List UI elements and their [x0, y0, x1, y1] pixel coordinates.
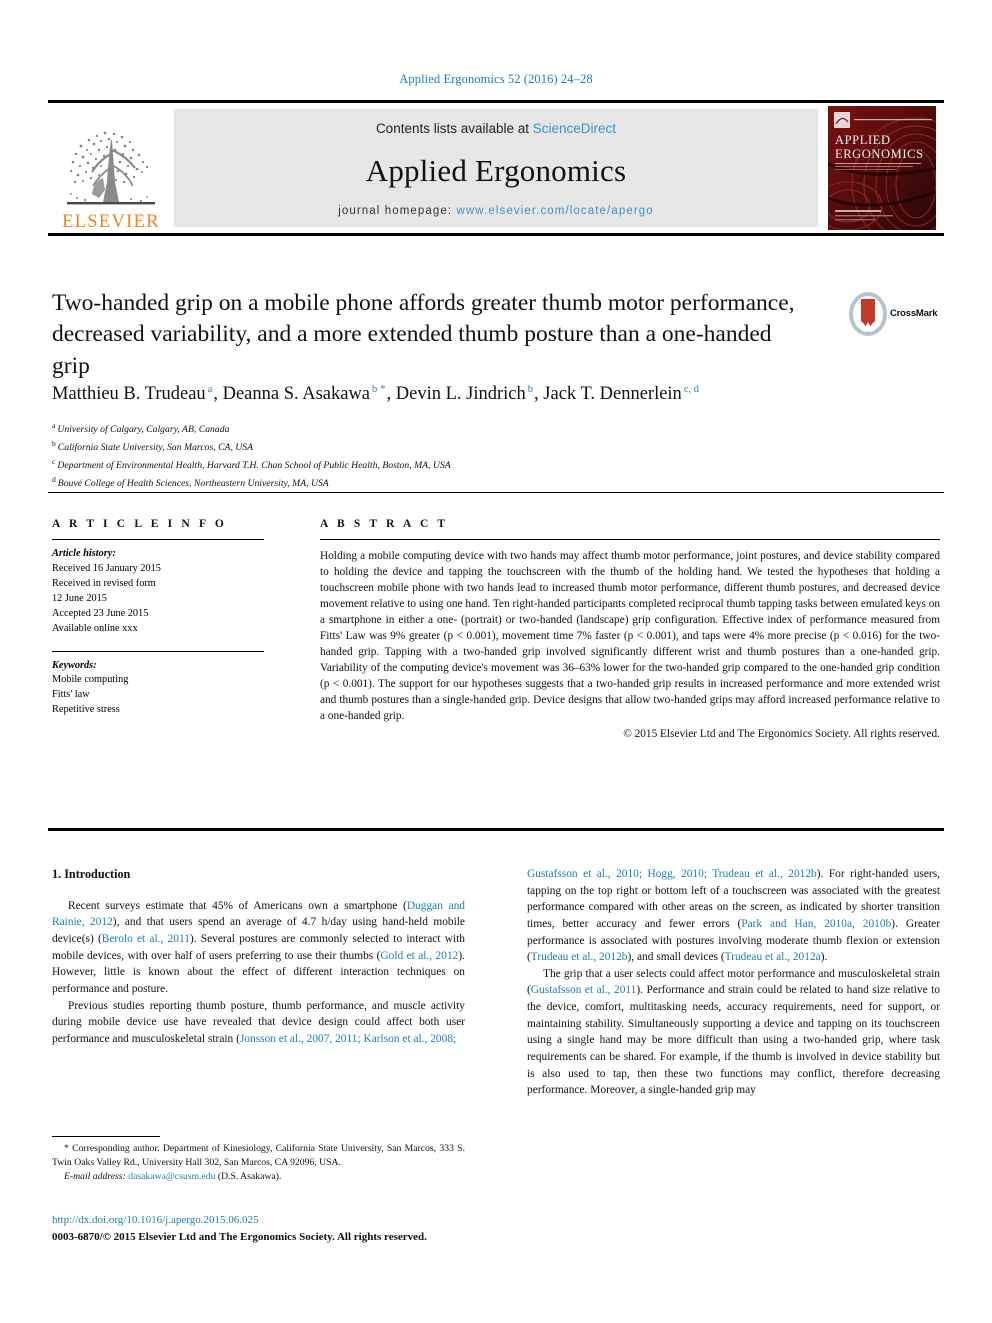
citation-link[interactable]: Berolo et al., 2011	[102, 933, 190, 945]
article-info-rule	[52, 539, 264, 540]
abstract-heading: A B S T R A C T	[320, 518, 449, 530]
svg-text:APPLIED: APPLIED	[835, 133, 891, 147]
citation-link[interactable]: Jonsson et al., 2007, 2011; Karlson et a…	[240, 1033, 456, 1045]
article-history-line: 12 June 2015	[52, 592, 107, 604]
citation-link[interactable]: Park and Han, 2010a, 2010b	[741, 918, 891, 930]
author-list: Matthieu B. Trudeau a, Deanna S. Asakawa b…	[52, 384, 699, 405]
abstract-rule	[320, 539, 940, 540]
footnote-rule	[52, 1136, 160, 1137]
article-history-line: Received in revised form	[52, 577, 156, 589]
crossmark-icon	[849, 292, 887, 336]
footnote-text: * Corresponding author. Department of Ki…	[52, 1143, 465, 1169]
keywords-rule	[52, 650, 264, 652]
citation-link[interactable]: Trudeau et al., 2012b	[531, 951, 628, 963]
keywords-label: Keywords:	[52, 659, 97, 671]
elsevier-logo: ELSEVIER	[48, 103, 174, 233]
email-owner: (D.S. Asakawa).	[217, 1171, 282, 1183]
citation-link[interactable]: Trudeau et al., 2012a	[725, 951, 821, 963]
author-1: Matthieu B. Trudeau a	[52, 384, 213, 405]
corresponding-author-mark: *	[380, 384, 386, 395]
elsevier-tree-icon	[67, 131, 155, 204]
paper-page: Applied Ergonomics 52 (2016) 24–28 ELSEV…	[0, 0, 992, 1323]
intro-paragraph-1: Recent surveys estimate that 45% of Amer…	[52, 899, 466, 996]
author-4: Jack T. Dennerlein c, d	[543, 384, 699, 405]
affiliation-list: a University of Calgary, Calgary, AB, Can…	[52, 420, 932, 492]
article-history-line: Available online xxx	[52, 622, 138, 634]
author-1-affil-mark: a	[207, 384, 213, 395]
crossmark-label: CrossMark	[890, 308, 938, 319]
citation-link[interactable]: Gustafsson et al., 2011	[531, 984, 637, 996]
citation-link[interactable]: Gold et al., 2012	[380, 950, 458, 962]
intro-paragraph-2: Previous studies reporting thumb posture…	[52, 999, 465, 1045]
affiliation-d: d Bouvé College of Health Sciences, North…	[52, 474, 329, 490]
info-band-top-rule	[48, 492, 944, 493]
affiliation-a: a University of Calgary, Calgary, AB, Can…	[52, 421, 230, 436]
author-3-affil-mark: b	[527, 384, 534, 395]
footer-block: http://dx.doi.org/10.1016/j.apergo.2015.…	[52, 1212, 552, 1245]
journal-homepage-line: journal homepage: www.elsevier.com/locat…	[338, 205, 654, 217]
email-link[interactable]: dasakawa@csusm.edu	[128, 1171, 215, 1182]
info-band-bottom-rule	[48, 828, 944, 831]
corresponding-author-footnote: * Corresponding author. Department of Ki…	[52, 1136, 465, 1184]
article-history-line: Accepted 23 June 2015	[52, 607, 149, 619]
journal-title: Applied Ergonomics	[365, 152, 627, 188]
article-history-line: Received 16 January 2015	[52, 562, 161, 574]
footnote-email-line: E-mail address: dasakawa@csusm.edu (D.S.…	[52, 1170, 465, 1184]
journal-masthead: ELSEVIER Contents lists available at Sci…	[48, 100, 944, 236]
homepage-prefix: journal homepage:	[338, 205, 457, 217]
article-info-block: A R T I C L E I N F O Article history: R…	[52, 518, 290, 718]
issn-copyright-line: 0003-6870/© 2015 Elsevier Ltd and The Er…	[52, 1230, 427, 1243]
abstract-copyright: © 2015 Elsevier Ltd and The Ergonomics S…	[623, 728, 940, 741]
crossmark-badge[interactable]: CrossMark	[848, 292, 944, 340]
journal-cover-thumbnail: APPLIED ERGONOMICS	[818, 103, 944, 233]
journal-homepage-link[interactable]: www.elsevier.com/locate/apergo	[456, 205, 653, 217]
body-column-left: 1. Introduction Recent surveys estimate …	[52, 866, 465, 1048]
author-3: Devin L. Jindrich b	[395, 384, 534, 405]
email-address-label: E-mail address:	[64, 1171, 126, 1183]
abstract-block: A B S T R A C T Holding a mobile computi…	[320, 518, 940, 740]
doi-link[interactable]: http://dx.doi.org/10.1016/j.apergo.2015.…	[52, 1212, 552, 1229]
author-4-affil-mark: c, d	[683, 384, 699, 395]
affiliation-b: b California State University, San Marcos…	[52, 438, 254, 454]
body-column-right: Gustafsson et al., 2010; Hogg, 2010; Tru…	[527, 866, 940, 1099]
intro-paragraph-4: The grip that a user selects could affec…	[527, 967, 940, 1097]
svg-text:ERGONOMICS: ERGONOMICS	[835, 147, 924, 161]
contents-list-line: Contents lists available at ScienceDirec…	[376, 121, 616, 136]
running-head: Applied Ergonomics 52 (2016) 24–28	[399, 72, 593, 86]
masthead-center: Contents lists available at ScienceDirec…	[174, 109, 818, 227]
keyword-item: Repetitive stress	[52, 704, 120, 716]
contents-prefix: Contents lists available at	[375, 121, 533, 136]
sciencedirect-link[interactable]: ScienceDirect	[533, 121, 616, 136]
journal-cover-image: APPLIED ERGONOMICS	[828, 106, 936, 230]
footnote-marker: *	[64, 1143, 69, 1154]
introduction-heading: 1. Introduction	[52, 867, 131, 881]
keyword-item: Mobile computing	[52, 674, 129, 686]
article-history-label: Article history:	[52, 548, 116, 559]
keyword-item: Fitts' law	[52, 689, 90, 701]
article-info-heading: A R T I C L E I N F O	[52, 518, 227, 530]
elsevier-wordmark: ELSEVIER	[62, 211, 160, 232]
citation-link[interactable]: Gustafsson et al., 2010; Hogg, 2010; Tru…	[527, 868, 817, 880]
author-2: Deanna S. Asakawa b *	[222, 384, 386, 405]
page-title: Two-handed grip on a mobile phone afford…	[52, 290, 795, 379]
intro-paragraph-3: Gustafsson et al., 2010; Hogg, 2010; Tru…	[527, 868, 940, 964]
abstract-text: Holding a mobile computing device with t…	[320, 550, 940, 723]
affiliation-c: c Department of Environmental Health, Har…	[52, 456, 451, 472]
